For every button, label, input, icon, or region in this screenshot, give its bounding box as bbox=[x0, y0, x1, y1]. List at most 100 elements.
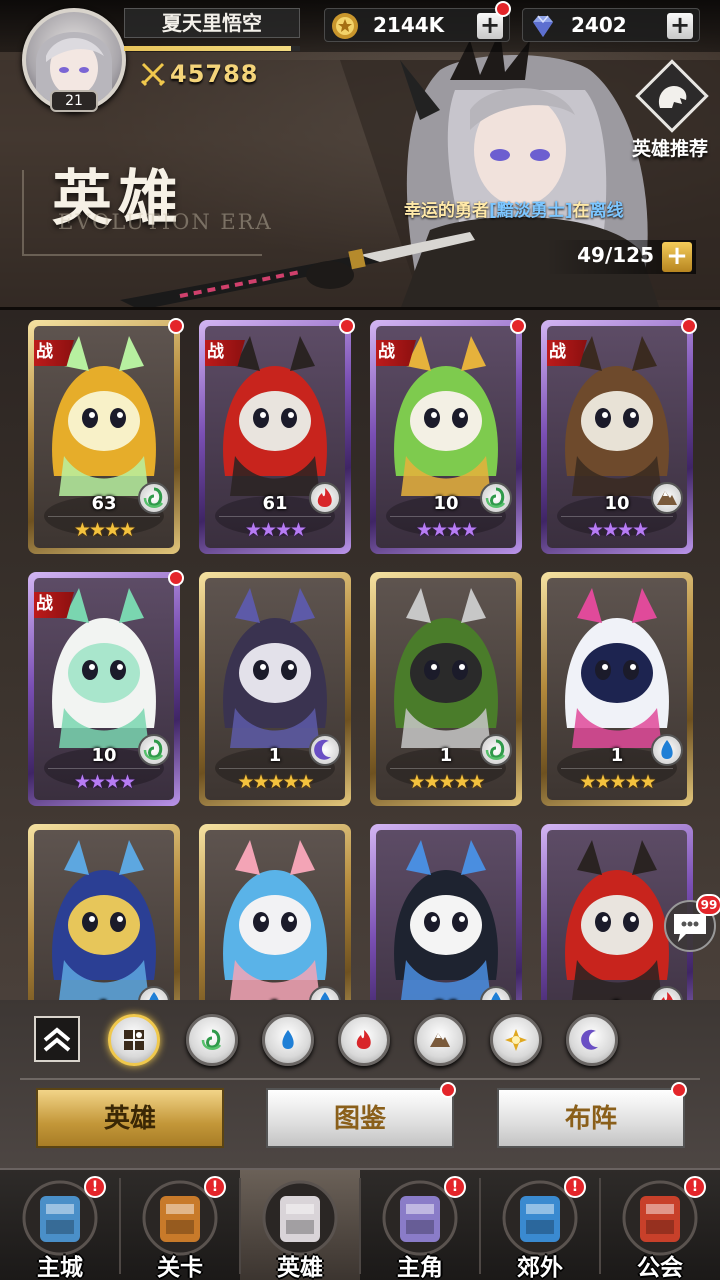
hero-card-body: 63 ★★★★ 战 bbox=[34, 326, 174, 548]
filter-all-button[interactable] bbox=[108, 1014, 160, 1066]
combat-power: 45788 bbox=[140, 60, 259, 88]
hero-alert-dot bbox=[681, 318, 697, 334]
hero-card-divider bbox=[48, 516, 160, 517]
wind-element-icon bbox=[138, 734, 170, 766]
hero-card-body: 10 ★★★★ 战 bbox=[376, 326, 516, 548]
filter-water-button[interactable] bbox=[262, 1014, 314, 1066]
hero-card-divider bbox=[561, 768, 673, 769]
gold-currency: 2144K + bbox=[324, 1, 511, 42]
hero-card[interactable]: 61 ★★★★ 战 bbox=[199, 318, 355, 554]
bottom-navigation: 主城! 关卡! 英雄 主角! 郊外! 公会! bbox=[0, 1168, 720, 1280]
hero-card[interactable]: 1 ★★★★★ bbox=[370, 572, 522, 806]
hero-card-body: 1 ★★★★★ bbox=[547, 578, 687, 800]
collapse-button[interactable] bbox=[34, 1016, 80, 1062]
filter-light-button[interactable] bbox=[490, 1014, 542, 1066]
hero-star-rating: ★★★★ bbox=[415, 519, 478, 541]
hero-card-body: 1 bbox=[205, 830, 345, 1000]
nav-map-card[interactable]: 郊外! bbox=[480, 1170, 600, 1280]
hero-card[interactable]: 1 bbox=[28, 824, 180, 1000]
broadcast-hero: [黯淡勇士] bbox=[489, 201, 573, 221]
page-subtitle: EVOLUTION ERA bbox=[58, 210, 273, 234]
diamond-icon bbox=[533, 15, 553, 37]
nav-character-card[interactable]: 主角! bbox=[360, 1170, 480, 1280]
tab-formation-label: 布阵 bbox=[564, 1104, 617, 1134]
hero-star-rating: ★★★★★ bbox=[408, 771, 485, 793]
nav-label: 关卡 bbox=[157, 1255, 203, 1280]
hero-card[interactable]: 1 ★★★★★ bbox=[199, 572, 351, 806]
expand-capacity-button[interactable]: + bbox=[662, 242, 692, 272]
wind-element-icon bbox=[480, 734, 512, 766]
broadcast-message: 幸运的勇者[黯淡勇士]在离线 bbox=[404, 196, 624, 221]
hero-recommend-button[interactable]: 英雄推荐 bbox=[624, 59, 716, 166]
nav-alert-badge: ! bbox=[84, 1176, 106, 1198]
hero-capacity-value: 49/125 bbox=[577, 243, 654, 267]
hero-card[interactable]: 1 bbox=[199, 824, 351, 1000]
hero-card-body: 26 bbox=[376, 830, 516, 1000]
tab-codex[interactable]: 图鉴 bbox=[266, 1082, 456, 1148]
hero-star-rating: ★★★★★ bbox=[237, 771, 314, 793]
hero-card-body: 1 bbox=[34, 830, 174, 1000]
nav-separator bbox=[479, 1178, 481, 1274]
tab-formation-alert-dot bbox=[671, 1082, 687, 1098]
hero-banner: 21 夏天里悟空 45788 2144K + 2402 + 英雄 EVOLUTI… bbox=[0, 0, 720, 310]
hero-card-divider bbox=[561, 516, 673, 517]
tab-formation[interactable]: 布阵 bbox=[497, 1082, 687, 1148]
crossed-swords-icon bbox=[140, 62, 166, 87]
hero-card[interactable]: 63 ★★★★ 战 bbox=[28, 318, 184, 554]
hero-card-divider bbox=[390, 768, 502, 769]
nav-crossed-swords[interactable]: 关卡! bbox=[120, 1170, 240, 1280]
tab-codex-label: 图鉴 bbox=[333, 1104, 386, 1134]
hero-card-divider bbox=[219, 516, 331, 517]
hero-alert-dot bbox=[339, 318, 355, 334]
chat-button[interactable]: 99 bbox=[664, 894, 720, 952]
earth-element-icon bbox=[651, 482, 683, 514]
hero-star-rating: ★★★★★ bbox=[579, 771, 656, 793]
nav-alert-badge: ! bbox=[204, 1176, 226, 1198]
hero-card[interactable]: 10 ★★★★ 战 bbox=[541, 318, 697, 554]
nav-guild-banner[interactable]: 公会! bbox=[600, 1170, 720, 1280]
hero-card[interactable]: 1 ★★★★★ bbox=[541, 572, 693, 806]
hero-alert-dot bbox=[510, 318, 526, 334]
add-gold-button[interactable]: + bbox=[477, 13, 503, 39]
filter-divider bbox=[20, 1078, 700, 1080]
nav-hero-portrait[interactable]: 英雄 bbox=[240, 1170, 360, 1280]
filter-dark-button[interactable] bbox=[566, 1014, 618, 1066]
hero-portrait bbox=[394, 840, 498, 1000]
gold-alert-dot bbox=[495, 1, 511, 17]
water-element-icon bbox=[309, 986, 341, 1000]
add-gem-button[interactable]: + bbox=[667, 13, 693, 39]
nav-city-building[interactable]: 主城! bbox=[0, 1170, 120, 1280]
sun-star-icon bbox=[501, 1025, 531, 1059]
nav-separator bbox=[599, 1178, 601, 1274]
nav-alert-badge: ! bbox=[564, 1176, 586, 1198]
chat-unread-count: 99 bbox=[696, 894, 720, 916]
wind-element-icon bbox=[138, 482, 170, 514]
nav-label: 主城 bbox=[37, 1255, 83, 1280]
combat-power-value: 45788 bbox=[170, 60, 259, 88]
hero-card-body: 10 ★★★★ 战 bbox=[34, 578, 174, 800]
hero-card-body: 1 ★★★★★ bbox=[205, 578, 345, 800]
filter-earth-button[interactable] bbox=[414, 1014, 466, 1066]
hero-card[interactable]: 26 bbox=[370, 824, 522, 1000]
hero-card[interactable]: 10 ★★★★ 战 bbox=[28, 570, 184, 806]
player-name: 夏天里悟空 bbox=[124, 8, 300, 38]
nav-label: 英雄 bbox=[277, 1255, 323, 1280]
wind-element-icon bbox=[480, 482, 512, 514]
hero-card[interactable]: 10 ★★★★ 战 bbox=[370, 318, 526, 554]
broadcast-mid: 在 bbox=[572, 201, 590, 221]
double-chevron-up-icon bbox=[43, 1027, 71, 1052]
hero-portrait-icon bbox=[254, 1178, 346, 1258]
hero-star-rating: ★★★★ bbox=[244, 519, 307, 541]
filter-wind-button[interactable] bbox=[186, 1014, 238, 1066]
fire-element-icon bbox=[309, 482, 341, 514]
nav-alert-badge: ! bbox=[444, 1176, 466, 1198]
nav-separator bbox=[119, 1178, 121, 1274]
hero-card-divider bbox=[48, 768, 160, 769]
filter-fire-button[interactable] bbox=[338, 1014, 390, 1066]
gem-amount: 2402 bbox=[571, 13, 627, 37]
tab-heroes[interactable]: 英雄 bbox=[36, 1088, 224, 1148]
water-element-icon bbox=[138, 986, 170, 1000]
hero-card-body: 10 ★★★★ 战 bbox=[547, 326, 687, 548]
tab-codex-alert-dot bbox=[440, 1082, 456, 1098]
wind-swirl-icon bbox=[197, 1025, 227, 1059]
